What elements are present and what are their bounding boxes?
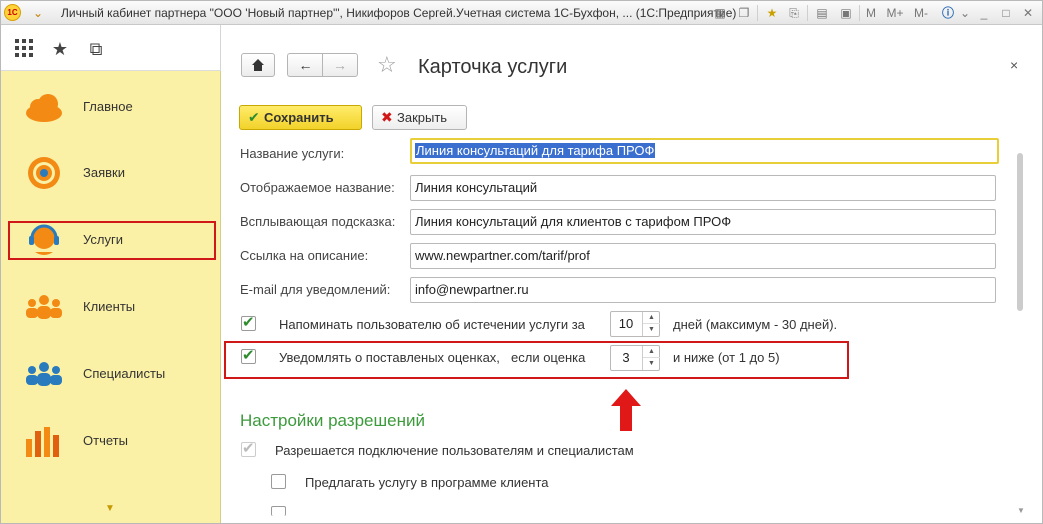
next-option-checkbox[interactable] [271, 506, 286, 516]
stepper-down-icon[interactable]: ▼ [643, 324, 660, 336]
links-icon[interactable]: ▦ [711, 4, 729, 22]
window-title: Личный кабинет партнера "ООО 'Новый парт… [61, 6, 737, 20]
remind-checkbox[interactable] [241, 313, 256, 331]
title-bar: 1С ⌄ Личный кабинет партнера "ООО 'Новый… [1, 1, 1042, 25]
history-icon[interactable]: ⎘ [785, 4, 803, 22]
offer-service-checkbox[interactable] [271, 474, 286, 489]
window-close-icon[interactable]: ✕ [1019, 4, 1037, 22]
allow-connection-label: Разрешается подключение пользователям и … [275, 443, 634, 458]
red-arrow-icon [611, 389, 641, 431]
service-name-value: Линия консультаций для тарифа ПРОФ [415, 143, 656, 158]
section-clients[interactable]: Клиенты [1, 273, 221, 339]
section-label: Специалисты [83, 366, 166, 381]
memory-mminus-button[interactable]: M- [911, 4, 931, 22]
rating-suffix: и ниже (от 1 до 5) [673, 350, 780, 365]
back-button[interactable]: ← [287, 53, 323, 77]
close-label: Закрыть [397, 110, 448, 125]
history-clock-icon[interactable]: ⧉ [85, 39, 107, 59]
rating-threshold-stepper[interactable]: 3 ▲ ▼ [610, 345, 660, 371]
display-name-input[interactable]: Линия консультаций [410, 175, 996, 201]
people-icon [26, 295, 62, 319]
link-copy-icon[interactable]: ❐ [735, 4, 753, 22]
service-name-input[interactable]: Линия консультаций для тарифа ПРОФ [410, 138, 999, 164]
cloud-icon [26, 94, 62, 122]
info-icon[interactable]: ⓘ [939, 4, 957, 22]
remind-suffix: дней (максимум - 30 дней). [673, 317, 838, 332]
section-requests[interactable]: Заявки [1, 139, 221, 205]
rating-threshold-value: 3 [622, 350, 630, 365]
stepper-down-icon[interactable]: ▼ [643, 358, 660, 370]
app-logo-icon[interactable]: 1С [4, 4, 21, 21]
field-label-description-link: Ссылка на описание: [240, 248, 369, 263]
remind-label: Напоминать пользователю об истечении усл… [279, 317, 585, 332]
rating-notify-checkbox[interactable] [241, 346, 256, 364]
home-button[interactable] [241, 53, 275, 77]
form-scrollbar[interactable]: ▼ [1015, 153, 1025, 523]
minimize-icon[interactable]: _ [975, 4, 993, 22]
favorite-star-icon[interactable]: ☆ [377, 53, 397, 77]
maximize-icon[interactable]: □ [997, 4, 1015, 22]
home-icon [252, 59, 264, 71]
remind-days-value: 10 [618, 316, 634, 331]
menu-dropdown-icon[interactable]: ⌄ [29, 4, 47, 22]
form-close-icon[interactable]: × [1010, 57, 1018, 73]
field-label-display-name: Отображаемое название: [240, 180, 395, 195]
stepper-up-icon[interactable]: ▲ [643, 312, 660, 324]
section-main[interactable]: Главное [1, 73, 221, 139]
save-label: Сохранить [264, 110, 334, 125]
calendar-icon[interactable]: ▣ [837, 4, 855, 22]
field-label-notification-email: E-mail для уведомлений: [240, 282, 391, 297]
form-title: Карточка услуги [418, 56, 568, 78]
offer-service-label: Предлагать услугу в программе клиента [305, 475, 549, 490]
remind-days-stepper[interactable]: 10 ▲ ▼ [610, 311, 660, 337]
service-card-form: ← → ☆ Карточка услуги × ✔ Сохранить ✖ За… [222, 25, 1042, 523]
panel-toolbar: ★ ⧉ [1, 25, 221, 71]
selected-section-highlight [8, 221, 216, 260]
app-window: 1С ⌄ Личный кабинет партнера "ООО 'Новый… [0, 0, 1043, 524]
bar-chart-icon [26, 427, 59, 457]
calculator-icon[interactable]: ▤ [813, 4, 831, 22]
stepper-up-icon[interactable]: ▲ [643, 346, 660, 358]
allow-connection-checkbox[interactable] [241, 439, 256, 457]
section-label: Заявки [83, 165, 125, 180]
all-functions-grid-icon[interactable] [13, 39, 35, 61]
checkmark-icon: ✔ [248, 109, 260, 125]
section-label: Отчеты [83, 433, 128, 448]
close-button[interactable]: ✖ Закрыть [372, 105, 467, 130]
memory-m-button[interactable]: M [863, 4, 879, 22]
save-button[interactable]: ✔ Сохранить [239, 105, 362, 130]
section-label: Клиенты [83, 299, 136, 314]
rating-notify-label: Уведомлять о поставленых оценках, [279, 350, 500, 365]
forward-button[interactable]: → [322, 53, 358, 77]
section-specialists[interactable]: Специалисты [1, 340, 221, 406]
target-icon [28, 157, 60, 189]
scroll-down-icon[interactable]: ▼ [1017, 506, 1025, 515]
scroll-thumb[interactable] [1017, 153, 1023, 311]
memory-mplus-button[interactable]: M+ [885, 4, 905, 22]
notification-email-input[interactable]: info@newpartner.ru [410, 277, 996, 303]
field-label-tooltip: Всплывающая подсказка: [240, 214, 396, 229]
permissions-section-title: Настройки разрешений [240, 411, 425, 430]
favorites-star-icon[interactable]: ★ [49, 39, 71, 59]
specialists-icon [26, 362, 62, 386]
favorite-star-icon[interactable]: ★ [763, 4, 781, 22]
section-reports[interactable]: Отчеты [1, 407, 221, 473]
section-label: Главное [83, 99, 133, 114]
description-link-input[interactable]: www.newpartner.com/tarif/prof [410, 243, 996, 269]
scroll-more-icon[interactable]: ▼ [105, 503, 115, 514]
sections-panel: Главное Заявки Услуги Клиенты Специалист… [1, 71, 221, 523]
options-dropdown-icon[interactable]: ⌄ [956, 4, 974, 22]
red-x-icon: ✖ [381, 109, 393, 125]
tooltip-input[interactable]: Линия консультаций для клиентов с тарифо… [410, 209, 996, 235]
rating-condition-label: если оценка [511, 350, 586, 365]
field-label-service-name: Название услуги: [240, 146, 345, 161]
